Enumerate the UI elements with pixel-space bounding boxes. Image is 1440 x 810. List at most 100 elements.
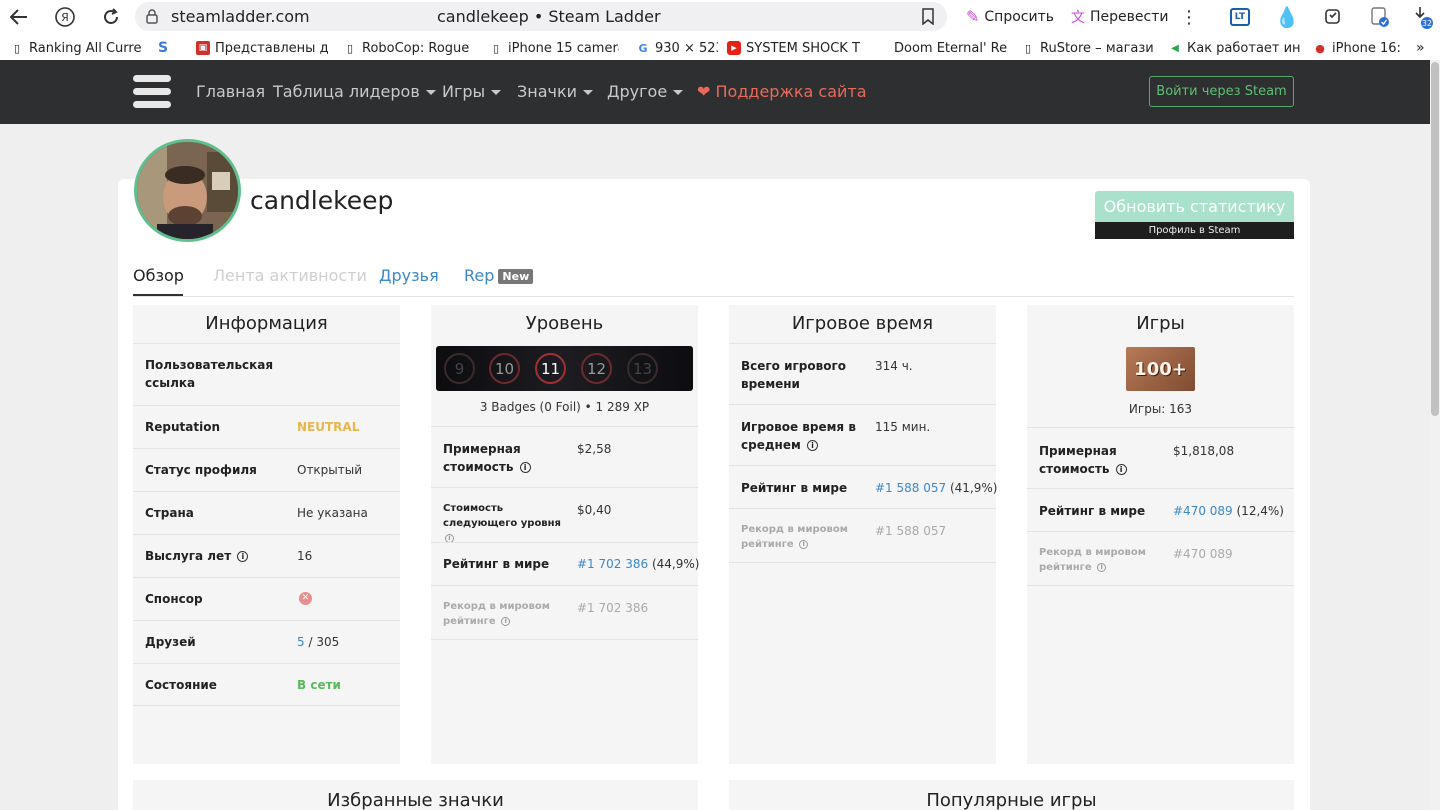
level-panel-title: Уровень — [525, 313, 604, 334]
level-circle: 13 — [627, 353, 658, 384]
page-icon: ▯ — [492, 41, 500, 55]
playtime-row: Рейтинг в мире #1 588 057 (41,9%) — [729, 465, 997, 508]
apple-favicon-icon: ● — [1315, 41, 1325, 55]
tab-overview[interactable]: Обзор — [133, 266, 184, 285]
world-rank-link[interactable]: #1 702 386 — [577, 557, 648, 571]
level-circle: 12 — [581, 353, 612, 384]
nav-support[interactable]: ❤ Поддержка сайта — [697, 82, 867, 101]
info-row: Статус профиля Открытый — [133, 448, 400, 491]
drop-extension-icon[interactable]: 💧 — [1275, 5, 1300, 29]
vpn-extension-icon[interactable] — [1368, 5, 1392, 29]
level-row: Стоимость следующего уровня i $0,40 — [431, 487, 698, 543]
bookmark-item[interactable]: ▯ iPhone 15 camera — [489, 39, 619, 57]
info-icon[interactable]: i — [519, 462, 531, 473]
bookmark-item[interactable]: Doom Eternal' Rev — [875, 39, 1007, 57]
info-row: Друзей 5 / 305 — [133, 620, 400, 663]
level-row: Примерная стоимость i $2,58 — [431, 426, 698, 487]
menu-icon[interactable] — [133, 74, 171, 110]
svg-text:Я: Я — [61, 11, 69, 24]
info-icon[interactable]: i — [1115, 464, 1127, 475]
page-icon: ▯ — [1024, 41, 1032, 55]
bookmark-item[interactable]: G 930 × 523 — [636, 39, 718, 57]
games-row: Примерная стоимость i $1,818,08 — [1027, 427, 1294, 488]
reputation-value: NEUTRAL — [297, 420, 360, 434]
collections-icon[interactable] — [1321, 5, 1345, 29]
popular-games-panel: Популярные игры — [729, 780, 1294, 810]
info-row: Страна Не указана — [133, 491, 400, 534]
status-online: В сети — [297, 678, 341, 692]
s-logo-icon: S — [157, 40, 169, 56]
downloads-count: 32 — [1422, 19, 1432, 28]
chevron-down-icon — [583, 90, 594, 95]
yandex-logo-icon[interactable]: Я — [53, 5, 77, 29]
steam-login-button[interactable]: Войти через Steam — [1149, 76, 1294, 107]
tab-rep[interactable]: Rep New — [464, 266, 534, 285]
tab-activity[interactable]: Лента активности — [213, 266, 367, 285]
playtime-panel: Игровое время Всего игрового времени 314… — [729, 305, 997, 764]
level-summary: 3 Badges (0 Foil) • 1 289 XP — [479, 400, 650, 414]
level-circle-current: 11 — [535, 353, 566, 384]
page-icon: ▯ — [13, 41, 21, 55]
bookmark-item[interactable]: ▶ SYSTEM SHOCK T — [727, 39, 862, 57]
bookmark-item[interactable]: S — [156, 39, 176, 57]
ask-button[interactable]: ✎ Спросить — [966, 7, 1054, 26]
chevron-down-icon — [673, 90, 684, 95]
info-row: Выслуга лет i 16 — [133, 534, 400, 577]
address-bar[interactable]: steamladder.com candlekeep • Steam Ladde… — [135, 2, 947, 31]
scrollbar-thumb[interactable] — [1431, 62, 1439, 416]
nav-badges[interactable]: Значки — [517, 82, 594, 101]
bookmark-item[interactable]: ▯ Ranking All Curren — [10, 39, 142, 57]
more-bookmarks-icon[interactable]: » — [1416, 39, 1436, 57]
games-row: Рекорд в мировом рейтинге i #470 089 — [1027, 531, 1294, 586]
tab-friends[interactable]: Друзья — [379, 266, 439, 285]
profile-username: candlekeep — [250, 186, 394, 215]
page-title: candlekeep • Steam Ladder — [437, 7, 661, 26]
back-arrow-icon[interactable] — [7, 5, 31, 29]
profile-tabs: Обзор Лента активности Друзья Rep New — [133, 262, 1294, 297]
games-panel: Игры 100+ Игры: 163 Примерная стоимость … — [1027, 305, 1294, 764]
avatar — [134, 139, 241, 242]
info-icon[interactable]: i — [806, 440, 818, 451]
bookmark-icon[interactable] — [921, 8, 935, 25]
news-logo-icon: ▣ — [196, 41, 210, 55]
info-icon[interactable]: i — [799, 539, 809, 549]
world-rank-link[interactable]: #470 089 — [1173, 504, 1233, 518]
bookmark-item[interactable]: ● iPhone 16: — [1313, 39, 1405, 57]
bookmark-item[interactable]: ▯ RuStore – магазин — [1021, 39, 1153, 57]
nav-leaderboard[interactable]: Таблица лидеров — [273, 82, 436, 101]
info-icon[interactable]: i — [1097, 562, 1107, 572]
bookmarks-bar: ▯ Ranking All Curren S ▣ Представлены до ▯… — [0, 34, 1440, 60]
info-row: Reputation NEUTRAL — [133, 405, 400, 448]
bookmark-item[interactable]: ▣ Представлены до — [196, 39, 328, 57]
world-rank-link[interactable]: #1 588 057 — [875, 481, 946, 495]
google-logo-icon: G — [638, 41, 648, 55]
level-panel: Уровень 9 10 11 12 13 3 Badges (0 Foil) … — [431, 305, 699, 764]
translate-button[interactable]: 文 Перевести — [1071, 7, 1168, 27]
bookmark-item[interactable]: ▯ RoboCop: Rogue C — [343, 39, 473, 57]
info-icon[interactable]: i — [501, 616, 511, 626]
extension-lt-icon[interactable]: LT — [1228, 5, 1252, 29]
info-icon[interactable]: i — [237, 551, 249, 562]
level-row: Рекорд в мировом рейтинге i #1 702 386 — [431, 585, 698, 640]
info-panel: Информация Пользовательская ссылка Reput… — [133, 305, 400, 764]
games-panel-title: Игры — [1136, 313, 1185, 334]
nav-home[interactable]: Главная — [196, 82, 265, 101]
sparkle-icon: ✎ — [966, 7, 980, 26]
level-progress-bar: 9 10 11 12 13 — [436, 346, 693, 391]
site-navbar: Главная Таблица лидеров Игры Значки Друг… — [0, 60, 1430, 124]
refresh-stats-button[interactable]: Обновить статистику — [1095, 191, 1294, 222]
downloads-icon[interactable]: 32 — [1410, 5, 1436, 29]
nav-other[interactable]: Другое — [607, 82, 684, 101]
chevron-down-icon — [491, 90, 502, 95]
more-menu-icon[interactable]: ⋮ — [1177, 5, 1201, 29]
info-row: Состояние В сети — [133, 663, 400, 706]
games-row: Рейтинг в мире #470 089 (12,4%) — [1027, 488, 1294, 531]
bookmark-item[interactable]: ◀Как работает инте — [1168, 39, 1300, 57]
featured-badges-panel: Избранные значки — [133, 780, 698, 810]
new-badge: New — [498, 269, 534, 284]
friends-count-link[interactable]: 5 — [297, 635, 305, 649]
steam-profile-button[interactable]: Профиль в Steam — [1095, 222, 1294, 239]
info-row: Спонсор ✕ — [133, 577, 400, 620]
nav-games[interactable]: Игры — [442, 82, 502, 101]
reload-icon[interactable] — [99, 5, 123, 29]
